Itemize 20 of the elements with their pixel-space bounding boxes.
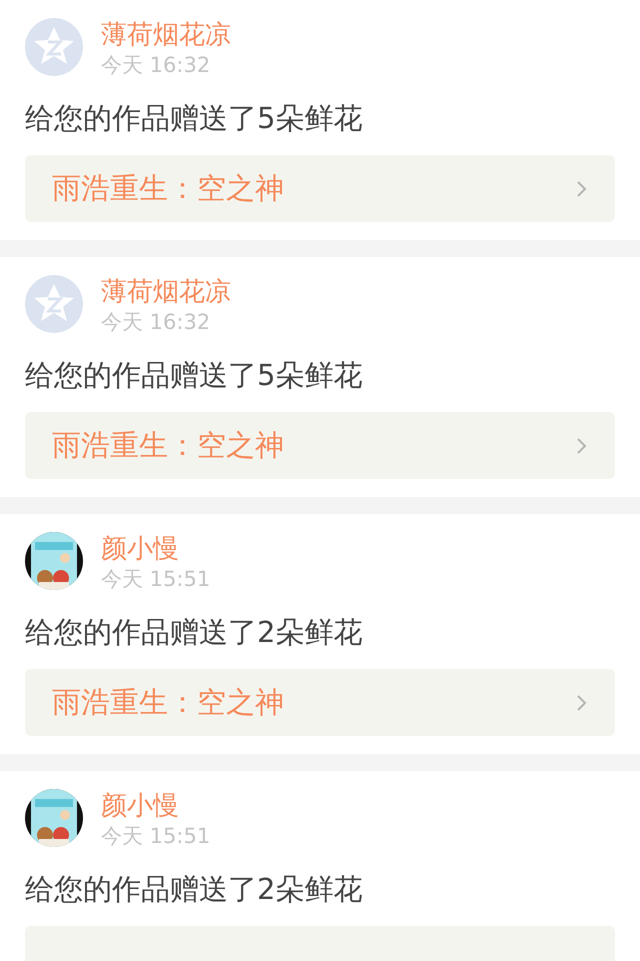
work-link[interactable]: 雨浩重生：空之神 [25, 669, 615, 736]
timestamp: 今天 16:32 [101, 52, 212, 78]
notification-message: 给您的作品赠送了2朵鲜花 [25, 871, 364, 908]
default-avatar-icon [25, 275, 83, 333]
chevron-right-icon [576, 180, 587, 198]
chevron-right-icon [576, 436, 587, 454]
default-avatar-icon [25, 18, 83, 76]
notification-message: 给您的作品赠送了2朵鲜花 [25, 614, 364, 651]
user-name[interactable]: 薄荷烟花凉 [101, 275, 231, 309]
timestamp: 今天 15:51 [101, 823, 210, 849]
timestamp: 今天 16:32 [101, 309, 212, 335]
timestamp: 今天 15:51 [101, 566, 210, 592]
notification-message: 给您的作品赠送了5朵鲜花 [25, 357, 364, 394]
work-link[interactable]: 雨浩重生：空之神 [25, 155, 615, 222]
user-name[interactable]: 颜小慢 [101, 789, 210, 823]
user-name[interactable]: 薄荷烟花凉 [101, 18, 231, 52]
work-link[interactable]: 雨浩重生：空之神 [25, 412, 615, 479]
user-name[interactable]: 颜小慢 [101, 532, 210, 566]
notification-message: 给您的作品赠送了5朵鲜花 [25, 100, 364, 137]
chevron-right-icon [576, 694, 587, 712]
